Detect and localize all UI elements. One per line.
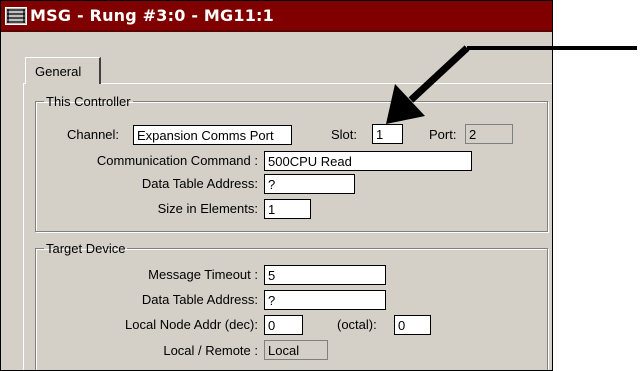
tab-general[interactable]: General xyxy=(25,57,101,84)
tab-general-label: General xyxy=(35,64,82,79)
callout-arrow-icon xyxy=(386,45,637,124)
